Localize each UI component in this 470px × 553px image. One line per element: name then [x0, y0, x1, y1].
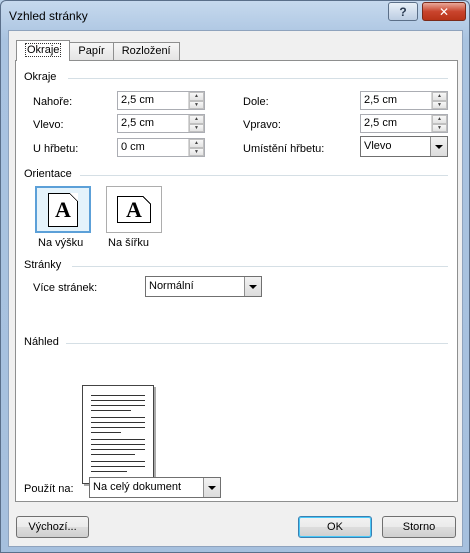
preview-group-label: Náhled	[24, 336, 59, 348]
top-margin-input[interactable]: 2,5 cm	[118, 92, 188, 109]
dialog-client: Okraje Papír Rozložení Okraje Nahoře: 2,…	[8, 30, 463, 547]
spin-down-icon[interactable]: ▼	[432, 100, 447, 109]
bottom-margin-label: Dole:	[243, 96, 269, 108]
orientation-group-divider	[80, 175, 448, 176]
title-bar[interactable]: Vzhled stránky ? ✕	[1, 1, 469, 29]
multiple-pages-label: Více stránek:	[33, 282, 98, 294]
preview-line	[91, 410, 131, 411]
preview-line	[91, 432, 121, 433]
right-margin-label: Vpravo:	[243, 119, 281, 131]
right-margin-input[interactable]: 2,5 cm	[361, 115, 431, 132]
top-margin-spinner[interactable]: 2,5 cm ▲ ▼	[117, 91, 205, 110]
margins-group-divider	[68, 78, 448, 79]
preview-line	[91, 471, 127, 472]
spin-up-icon[interactable]: ▲	[189, 139, 204, 148]
gutter-input[interactable]: 0 cm	[118, 139, 188, 156]
chevron-down-icon[interactable]	[244, 277, 261, 296]
tab-margins-label: Okraje	[25, 43, 62, 57]
preview-line	[91, 405, 145, 406]
spin-down-icon[interactable]: ▼	[189, 100, 204, 109]
chevron-down-icon[interactable]	[430, 137, 447, 156]
spin-up-icon[interactable]: ▲	[432, 92, 447, 101]
preview-line	[91, 427, 145, 428]
portrait-page-icon: A	[48, 192, 78, 227]
preview-line	[91, 400, 145, 401]
window-title: Vzhled stránky	[9, 9, 88, 23]
apply-to-select[interactable]: Na celý dokument	[89, 477, 221, 498]
cancel-button[interactable]: Storno	[382, 516, 456, 538]
close-button[interactable]: ✕	[422, 2, 466, 21]
dialog-window: Vzhled stránky ? ✕ Okraje Papír Rozložen…	[0, 0, 470, 553]
landscape-letter: A	[126, 196, 142, 222]
ok-button[interactable]: OK	[298, 516, 372, 538]
preview-line	[91, 461, 145, 462]
spin-up-icon[interactable]: ▲	[189, 92, 204, 101]
bottom-margin-input[interactable]: 2,5 cm	[361, 92, 431, 109]
right-margin-spinner[interactable]: 2,5 cm ▲ ▼	[360, 114, 448, 133]
pages-group-label: Stránky	[24, 259, 62, 271]
preview-line	[91, 454, 135, 455]
preview-line	[91, 444, 145, 445]
portrait-letter: A	[55, 196, 71, 222]
multiple-pages-value: Normální	[149, 280, 194, 292]
spin-down-icon[interactable]: ▼	[189, 123, 204, 132]
spin-down-icon[interactable]: ▼	[432, 123, 447, 132]
gutter-spinner[interactable]: 0 cm ▲ ▼	[117, 138, 205, 157]
pages-group-divider	[72, 266, 448, 267]
preview-line	[91, 422, 145, 423]
multiple-pages-select[interactable]: Normální	[145, 276, 262, 297]
landscape-label: Na šířku	[108, 237, 149, 249]
tab-paper[interactable]: Papír	[69, 42, 114, 61]
top-margin-label: Nahoře:	[33, 96, 73, 108]
bottom-margin-spinner[interactable]: 2,5 cm ▲ ▼	[360, 91, 448, 110]
gutter-position-label: Umístění hřbetu:	[243, 143, 325, 155]
apply-to-label: Použít na:	[24, 483, 74, 495]
set-default-button[interactable]: Výchozí...	[16, 516, 89, 538]
left-margin-spinner[interactable]: 2,5 cm ▲ ▼	[117, 114, 205, 133]
chevron-down-icon[interactable]	[203, 478, 220, 497]
left-margin-input[interactable]: 2,5 cm	[118, 115, 188, 132]
tab-strip: Okraje Papír Rozložení	[16, 40, 180, 61]
preview-line	[91, 395, 145, 396]
page-preview	[82, 385, 154, 484]
landscape-button[interactable]: A	[106, 186, 162, 233]
gutter-position-value: Vlevo	[364, 140, 392, 152]
left-margin-label: Vlevo:	[33, 119, 64, 131]
orientation-group-label: Orientace	[24, 168, 72, 180]
margins-group-label: Okraje	[24, 71, 57, 83]
portrait-button[interactable]: A	[35, 186, 91, 233]
preview-line	[91, 449, 145, 450]
gutter-position-select[interactable]: Vlevo	[360, 136, 448, 157]
spin-up-icon[interactable]: ▲	[432, 115, 447, 124]
tab-margins[interactable]: Okraje	[16, 40, 71, 61]
spin-up-icon[interactable]: ▲	[189, 115, 204, 124]
margins-panel: Okraje Nahoře: 2,5 cm ▲ ▼ Dole: 2,5 cm ▲ ▼…	[15, 60, 458, 502]
portrait-label: Na výšku	[38, 237, 84, 249]
preview-group-divider	[66, 343, 448, 344]
apply-to-value: Na celý dokument	[93, 481, 182, 493]
preview-line	[91, 417, 145, 418]
spin-down-icon[interactable]: ▼	[189, 147, 204, 156]
preview-line	[91, 466, 145, 467]
tab-layout[interactable]: Rozložení	[112, 42, 180, 61]
gutter-label: U hřbetu:	[33, 143, 79, 155]
help-button[interactable]: ?	[388, 2, 418, 21]
landscape-page-icon: A	[117, 196, 151, 223]
preview-line	[91, 439, 145, 440]
